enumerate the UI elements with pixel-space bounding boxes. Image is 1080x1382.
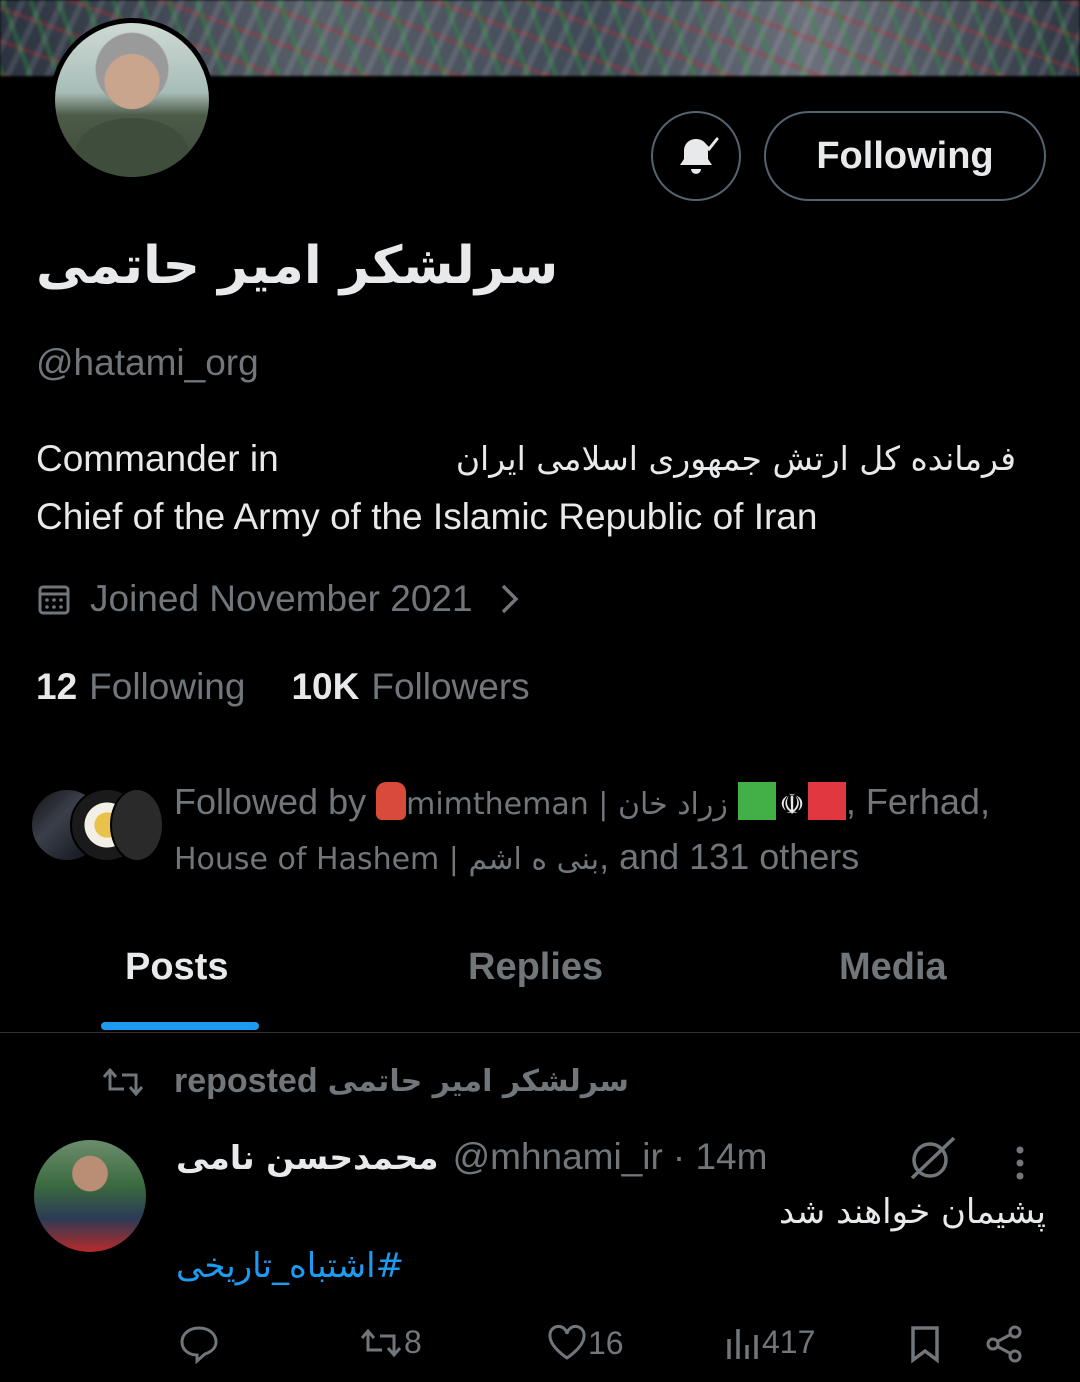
post-author-handle[interactable]: @mhnami_ir — [453, 1136, 663, 1178]
profile-bio: Commander in فرمانده کل ارتش جمهوری اسلا… — [36, 430, 1046, 546]
post-actions: 8 16 417 — [0, 1324, 1080, 1374]
bell-check-icon — [680, 137, 719, 174]
following-count: 12 — [36, 666, 78, 707]
post-author-name[interactable]: محمدحسن نامی — [176, 1138, 439, 1177]
bookmark-button[interactable] — [908, 1324, 942, 1364]
followers-label: Followers — [371, 666, 530, 707]
red-square-emoji — [807, 782, 846, 820]
joined-date[interactable]: Joined November 2021 — [36, 578, 521, 620]
repost-indicator[interactable]: reposted سرلشکر امیر حاتمی — [100, 1062, 629, 1101]
views-count: 417 — [762, 1324, 816, 1360]
post-hashtag[interactable]: #اشتباه_تاریخی — [176, 1246, 404, 1286]
followed-by-avatars[interactable] — [30, 788, 164, 862]
bio-text-en: Commander in — [36, 438, 279, 479]
tab-media[interactable]: Media — [839, 946, 947, 989]
like-count: 16 — [588, 1324, 624, 1361]
share-icon — [986, 1325, 1022, 1363]
reposter-name: سرلشکر امیر حاتمی — [327, 1064, 629, 1099]
followed-by-text[interactable]: Followed by mimtheman | زراد خان ☫ , Ferh… — [174, 776, 1064, 886]
bio-text-fa: فرمانده کل ارتش جمهوری اسلامی ایران — [455, 439, 1016, 478]
post-time[interactable]: · 14m — [673, 1136, 768, 1178]
joined-label: Joined November 2021 — [90, 578, 473, 619]
notifications-button[interactable] — [651, 111, 741, 201]
heart-icon — [548, 1325, 586, 1360]
tab-replies[interactable]: Replies — [468, 946, 603, 989]
following-button[interactable]: Following — [764, 111, 1046, 201]
active-tab-indicator — [101, 1022, 259, 1030]
bio-text-en-line2: Chief of the Army of the Islamic Republi… — [36, 496, 818, 537]
follower-avatar-3 — [110, 788, 164, 862]
repost-count: 8 — [404, 1324, 422, 1360]
repost-icon — [102, 1067, 144, 1096]
follower-name-2: , Ferhad, — [845, 781, 990, 822]
repost-button[interactable]: 8 — [358, 1324, 422, 1361]
like-button[interactable]: 16 — [546, 1324, 624, 1362]
repost-icon — [360, 1328, 402, 1357]
following-label: Following — [89, 666, 246, 707]
reply-icon — [180, 1326, 218, 1364]
backpack-emoji — [376, 782, 407, 820]
views-button[interactable]: 417 — [724, 1324, 815, 1361]
grok-icon[interactable] — [906, 1136, 958, 1182]
followers-count: 10K — [291, 666, 360, 707]
follower-name-1: mimtheman | زراد خان — [406, 787, 728, 822]
post-text: پشیمان خواهند شد — [778, 1192, 1046, 1232]
green-square-emoji — [737, 782, 776, 820]
post-header: محمدحسن نامی @mhnami_ir · 14m — [176, 1136, 767, 1178]
followed-by-prefix: Followed by — [174, 781, 367, 822]
chevron-right-icon — [501, 584, 519, 614]
profile-stats: 12 Following 10K Followers — [36, 666, 530, 708]
share-button[interactable] — [984, 1324, 1024, 1364]
followers-stat[interactable]: 10K Followers — [291, 666, 529, 708]
followed-by-others: , and 131 others — [599, 836, 860, 877]
iran-emblem-emoji: ☫ — [779, 789, 805, 820]
more-icon[interactable] — [1012, 1144, 1028, 1184]
following-stat[interactable]: 12 Following — [36, 666, 245, 708]
views-icon — [727, 1328, 758, 1359]
follower-name-3: House of Hashem | بنی ه اشم — [174, 842, 600, 877]
profile-avatar[interactable] — [50, 18, 214, 182]
profile-display-name: سرلشکر امیر حاتمی — [36, 236, 559, 296]
bookmark-icon — [911, 1326, 939, 1364]
repost-label: reposted — [174, 1062, 318, 1100]
profile-tabs: Posts Replies Media — [0, 920, 1080, 1033]
calendar-icon — [38, 585, 70, 615]
reply-button[interactable] — [178, 1324, 220, 1364]
tab-posts[interactable]: Posts — [125, 946, 228, 989]
post-author-avatar[interactable] — [34, 1140, 146, 1252]
avatar-image — [55, 23, 209, 177]
profile-handle: @hatami_org — [36, 342, 259, 383]
